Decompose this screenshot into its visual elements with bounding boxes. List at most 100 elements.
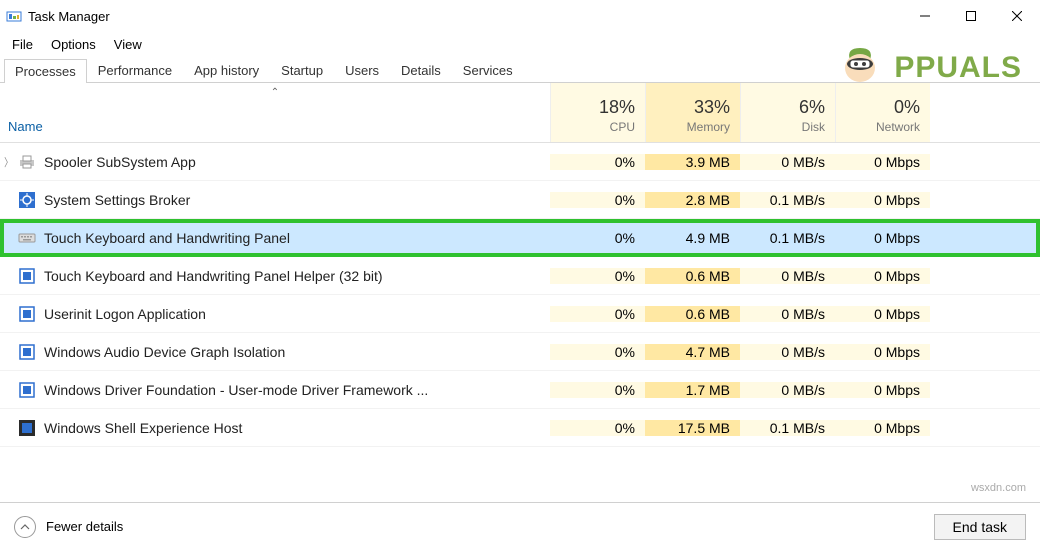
memory-percent: 33% xyxy=(694,97,730,118)
cpu-percent: 18% xyxy=(599,97,635,118)
cell-cpu: 0% xyxy=(550,306,645,322)
cell-cpu: 0% xyxy=(550,268,645,284)
network-label: Network xyxy=(876,120,920,134)
cell-network: 0 Mbps xyxy=(835,420,930,436)
cell-memory: 3.9 MB xyxy=(645,154,740,170)
process-icon xyxy=(18,381,36,399)
process-name: Userinit Logon Application xyxy=(44,306,550,322)
cell-memory: 4.7 MB xyxy=(645,344,740,360)
process-row[interactable]: Userinit Logon Application0%0.6 MB0 MB/s… xyxy=(0,295,1040,333)
cell-cpu: 0% xyxy=(550,192,645,208)
cell-memory: 4.9 MB xyxy=(645,230,740,246)
process-icon xyxy=(18,419,36,437)
tab-services[interactable]: Services xyxy=(452,58,524,82)
cell-memory: 1.7 MB xyxy=(645,382,740,398)
cell-cpu: 0% xyxy=(550,230,645,246)
table-header: ⌃ Name 18% CPU 33% Memory 6% Disk 0% Net… xyxy=(0,83,1040,143)
process-row[interactable]: Windows Shell Experience Host0%17.5 MB0.… xyxy=(0,409,1040,447)
fewer-details-button[interactable]: Fewer details xyxy=(14,516,123,538)
domain-watermark: wsxdn.com xyxy=(971,482,1026,494)
cell-network: 0 Mbps xyxy=(835,344,930,360)
memory-label: Memory xyxy=(687,120,730,134)
column-header-memory[interactable]: 33% Memory xyxy=(645,83,740,142)
cell-disk: 0.1 MB/s xyxy=(740,192,835,208)
tab-startup[interactable]: Startup xyxy=(270,58,334,82)
cell-cpu: 0% xyxy=(550,154,645,170)
cell-disk: 0 MB/s xyxy=(740,268,835,284)
maximize-button[interactable] xyxy=(948,0,994,32)
minimize-button[interactable] xyxy=(902,0,948,32)
bottombar: Fewer details End task xyxy=(0,502,1040,550)
end-task-button[interactable]: End task xyxy=(934,514,1026,540)
column-header-cpu[interactable]: 18% CPU xyxy=(550,83,645,142)
chevron-up-icon xyxy=(14,516,36,538)
cell-network: 0 Mbps xyxy=(835,268,930,284)
process-icon xyxy=(18,229,36,247)
column-name-label: Name xyxy=(8,119,43,134)
expand-chevron-icon[interactable]: 〉 xyxy=(0,154,16,170)
process-row[interactable]: Touch Keyboard and Handwriting Panel Hel… xyxy=(0,257,1040,295)
cell-network: 0 Mbps xyxy=(835,382,930,398)
column-header-disk[interactable]: 6% Disk xyxy=(740,83,835,142)
menu-file[interactable]: File xyxy=(4,35,41,54)
window-controls xyxy=(902,0,1040,32)
cell-disk: 0 MB/s xyxy=(740,344,835,360)
app-icon xyxy=(6,8,22,24)
process-name: Windows Audio Device Graph Isolation xyxy=(44,344,550,360)
process-rows: 〉Spooler SubSystem App0%3.9 MB0 MB/s0 Mb… xyxy=(0,143,1040,447)
cell-memory: 17.5 MB xyxy=(645,420,740,436)
process-row[interactable]: Touch Keyboard and Handwriting Panel0%4.… xyxy=(0,219,1040,257)
menu-view[interactable]: View xyxy=(106,35,150,54)
cell-network: 0 Mbps xyxy=(835,154,930,170)
cell-disk: 0 MB/s xyxy=(740,306,835,322)
process-row[interactable]: System Settings Broker0%2.8 MB0.1 MB/s0 … xyxy=(0,181,1040,219)
window-title: Task Manager xyxy=(28,9,110,24)
process-icon xyxy=(18,191,36,209)
cell-memory: 0.6 MB xyxy=(645,268,740,284)
cell-memory: 0.6 MB xyxy=(645,306,740,322)
sort-indicator-icon: ⌃ xyxy=(271,87,279,98)
cell-cpu: 0% xyxy=(550,344,645,360)
process-name: System Settings Broker xyxy=(44,192,550,208)
process-row[interactable]: Windows Driver Foundation - User-mode Dr… xyxy=(0,371,1040,409)
process-icon xyxy=(18,153,36,171)
cpu-label: CPU xyxy=(610,120,635,134)
titlebar: Task Manager xyxy=(0,0,1040,32)
menu-options[interactable]: Options xyxy=(43,35,104,54)
cell-disk: 0 MB/s xyxy=(740,382,835,398)
cell-network: 0 Mbps xyxy=(835,230,930,246)
header-spacer xyxy=(930,83,1040,142)
column-header-network[interactable]: 0% Network xyxy=(835,83,930,142)
process-name: Touch Keyboard and Handwriting Panel Hel… xyxy=(44,268,550,284)
tab-details[interactable]: Details xyxy=(390,58,452,82)
process-row[interactable]: Windows Audio Device Graph Isolation0%4.… xyxy=(0,333,1040,371)
process-name: Touch Keyboard and Handwriting Panel xyxy=(44,230,550,246)
tab-processes[interactable]: Processes xyxy=(4,59,87,83)
process-name: Spooler SubSystem App xyxy=(44,154,550,170)
process-icon xyxy=(18,267,36,285)
fewer-details-label: Fewer details xyxy=(46,519,123,534)
disk-label: Disk xyxy=(802,120,825,134)
tab-users[interactable]: Users xyxy=(334,58,390,82)
cell-cpu: 0% xyxy=(550,382,645,398)
tab-app-history[interactable]: App history xyxy=(183,58,270,82)
menubar: File Options View xyxy=(0,32,1040,56)
process-icon xyxy=(18,343,36,361)
disk-percent: 6% xyxy=(799,97,825,118)
column-header-name[interactable]: ⌃ Name xyxy=(0,83,550,142)
cell-cpu: 0% xyxy=(550,420,645,436)
process-icon xyxy=(18,305,36,323)
cell-disk: 0.1 MB/s xyxy=(740,420,835,436)
tab-performance[interactable]: Performance xyxy=(87,58,183,82)
cell-network: 0 Mbps xyxy=(835,192,930,208)
process-row[interactable]: 〉 Spooler SubSystem App0%3.9 MB0 MB/s0 Mb… xyxy=(0,143,1040,181)
close-button[interactable] xyxy=(994,0,1040,32)
process-name: Windows Driver Foundation - User-mode Dr… xyxy=(44,382,550,398)
cell-disk: 0 MB/s xyxy=(740,154,835,170)
cell-network: 0 Mbps xyxy=(835,306,930,322)
cell-memory: 2.8 MB xyxy=(645,192,740,208)
tabs: Processes Performance App history Startu… xyxy=(0,58,1040,83)
network-percent: 0% xyxy=(894,97,920,118)
cell-disk: 0.1 MB/s xyxy=(740,230,835,246)
process-name: Windows Shell Experience Host xyxy=(44,420,550,436)
